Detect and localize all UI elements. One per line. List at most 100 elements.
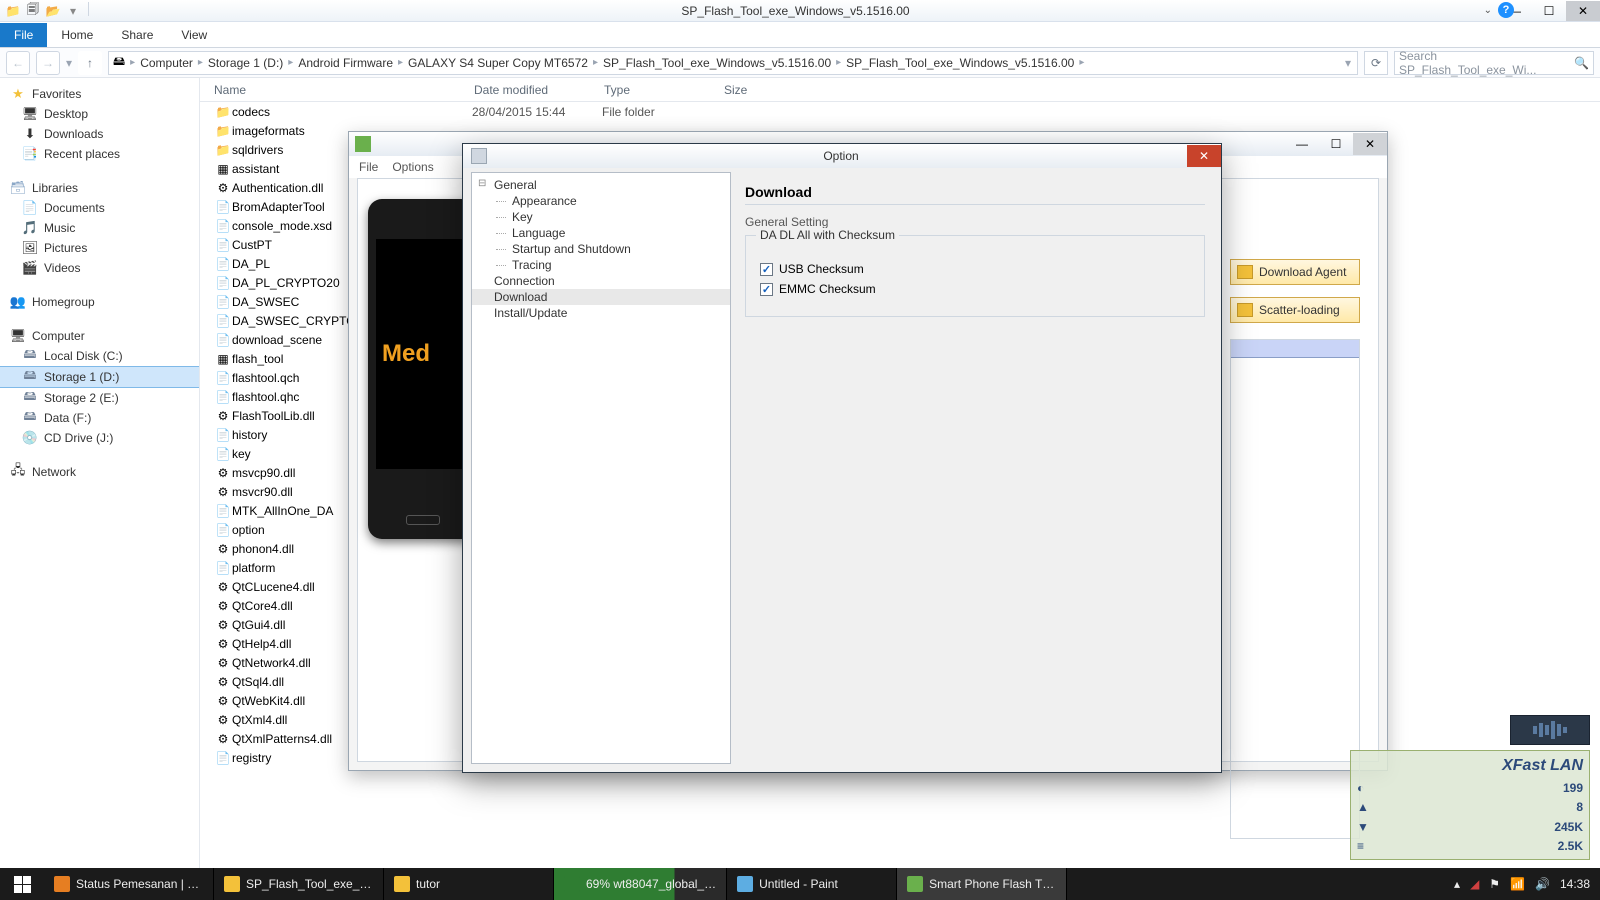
qat-folder-icon[interactable]: 📁 [4, 2, 22, 20]
nav-drive-d[interactable]: 🖴Storage 1 (D:) [0, 366, 199, 388]
file-icon: 📄 [214, 561, 232, 575]
tray-antivirus-icon[interactable]: ◢ [1470, 877, 1479, 891]
flash-menu-options[interactable]: Options [392, 160, 433, 174]
nav-computer[interactable]: 🖥Computer [0, 326, 199, 346]
tree-connection[interactable]: Connection [472, 273, 730, 289]
checksum-fieldset: DA DL All with Checksum ✓ USB Checksum ✓… [745, 235, 1205, 317]
firefox-icon [54, 876, 70, 892]
usb-checksum-label: USB Checksum [779, 262, 864, 276]
ribbon-collapse-icon[interactable]: ⌄ [1484, 5, 1492, 16]
task-flash-tool[interactable]: Smart Phone Flash T… [897, 868, 1067, 900]
ribbon-tab-view[interactable]: View [167, 23, 221, 47]
flash-app-icon [355, 136, 371, 152]
breadcrumb-seg[interactable]: Computer [136, 56, 197, 70]
breadcrumb-seg[interactable]: Android Firmware [294, 56, 397, 70]
emmc-checksum-checkbox[interactable]: ✓ EMMC Checksum [760, 282, 1190, 296]
col-name[interactable]: Name [214, 78, 474, 101]
breadcrumb-seg[interactable]: SP_Flash_Tool_exe_Windows_v5.1516.00 [599, 56, 835, 70]
tray-show-hidden-icon[interactable]: ▴ [1454, 877, 1460, 891]
tree-general[interactable]: General [472, 177, 730, 193]
start-button[interactable] [0, 868, 44, 900]
ribbon-file-tab[interactable]: File [0, 23, 47, 47]
scatter-loading-button[interactable]: Scatter-loading [1230, 297, 1360, 323]
task-explorer-2[interactable]: tutor [384, 868, 554, 900]
breadcrumb-dropdown-icon[interactable]: ▾ [1339, 56, 1357, 70]
maximize-button[interactable]: ☐ [1532, 1, 1566, 21]
network-widget[interactable]: XFast LAN ◐199 ▲8 ▼245K ≡2.5K [1350, 750, 1590, 860]
task-download[interactable]: 69% wt88047_global_… [554, 868, 727, 900]
nav-libraries[interactable]: 🗃Libraries [0, 178, 199, 198]
audio-meter-widget[interactable] [1510, 715, 1590, 745]
tree-appearance[interactable]: Appearance [472, 193, 730, 209]
tree-startup[interactable]: Startup and Shutdown [472, 241, 730, 257]
tree-download[interactable]: Download [472, 289, 730, 305]
nav-favorites-desktop[interactable]: 🖥Desktop [0, 104, 199, 124]
column-headers: Name Date modified Type Size [200, 78, 1600, 102]
close-button[interactable]: ✕ [1566, 1, 1600, 21]
usb-checksum-checkbox[interactable]: ✓ USB Checksum [760, 262, 1190, 276]
nav-drive-c[interactable]: 🖴Local Disk (C:) [0, 346, 199, 366]
nav-favorites[interactable]: ★Favorites [0, 84, 199, 104]
file-icon: 📄 [214, 257, 232, 271]
nav-lib-music[interactable]: 🎵Music [0, 218, 199, 238]
tray-clock[interactable]: 14:38 [1560, 877, 1590, 891]
flash-partition-table[interactable] [1230, 339, 1360, 839]
task-paint[interactable]: Untitled - Paint [727, 868, 897, 900]
nav-lib-pictures[interactable]: 🖼Pictures [0, 238, 199, 258]
file-icon: ⚙ [214, 409, 232, 423]
tree-install[interactable]: Install/Update [472, 305, 730, 321]
tray-network-icon[interactable]: 📶 [1510, 877, 1525, 891]
nav-network[interactable]: 🖧Network [0, 462, 199, 482]
tree-key[interactable]: Key [472, 209, 730, 225]
qat-properties-icon[interactable]: 🗐 [24, 2, 42, 20]
nav-up-button[interactable]: ↑ [78, 51, 102, 75]
nav-lib-videos[interactable]: 🎬Videos [0, 258, 199, 278]
breadcrumb-seg[interactable]: GALAXY S4 Super Copy MT6572 [404, 56, 592, 70]
nav-homegroup[interactable]: 👥Homegroup [0, 292, 199, 312]
breadcrumb-seg[interactable]: SP_Flash_Tool_exe_Windows_v5.1516.00 [842, 56, 1078, 70]
col-type[interactable]: Type [604, 78, 724, 101]
nav-forward-button[interactable]: → [36, 51, 60, 75]
windows-logo-icon [14, 876, 31, 893]
nav-favorites-downloads[interactable]: ⬇Downloads [0, 124, 199, 144]
task-firefox[interactable]: Status Pemesanan | … [44, 868, 214, 900]
nav-favorites-recent[interactable]: 📑Recent places [0, 144, 199, 164]
ribbon-tab-share[interactable]: Share [107, 23, 167, 47]
file-row[interactable]: 📁codecs28/04/2015 15:44File folder [214, 102, 1600, 121]
breadcrumb-root-icon[interactable]: 🖴 [113, 52, 125, 73]
file-icon: ⚙ [214, 675, 232, 689]
qat-dropdown-icon[interactable]: ▾ [64, 2, 82, 20]
tree-language[interactable]: Language [472, 225, 730, 241]
download-agent-button[interactable]: Download Agent [1230, 259, 1360, 285]
nav-history-dropdown[interactable]: ▾ [66, 56, 72, 70]
flash-close-button[interactable]: ✕ [1353, 133, 1387, 155]
breadcrumb[interactable]: 🖴▸ Computer▸ Storage 1 (D:)▸ Android Fir… [108, 51, 1358, 75]
flash-menu-file[interactable]: File [359, 160, 378, 174]
file-icon: ⚙ [214, 466, 232, 480]
search-input[interactable]: Search SP_Flash_Tool_exe_Wi... 🔍 [1394, 51, 1594, 75]
taskbar: Status Pemesanan | … SP_Flash_Tool_exe_…… [0, 868, 1600, 900]
nav-drive-cd[interactable]: 💿CD Drive (J:) [0, 428, 199, 448]
tray-action-center-icon[interactable]: ⚑ [1489, 877, 1500, 891]
tree-tracing[interactable]: Tracing [472, 257, 730, 273]
nav-drive-f[interactable]: 🖴Data (F:) [0, 408, 199, 428]
file-date: 28/04/2015 15:44 [472, 105, 602, 119]
nav-drive-e[interactable]: 🖴Storage 2 (E:) [0, 388, 199, 408]
address-bar: ← → ▾ ↑ 🖴▸ Computer▸ Storage 1 (D:)▸ And… [0, 48, 1600, 78]
col-size[interactable]: Size [724, 78, 824, 101]
flash-minimize-button[interactable]: — [1285, 133, 1319, 155]
nav-lib-documents[interactable]: 📄Documents [0, 198, 199, 218]
flash-maximize-button[interactable]: ☐ [1319, 133, 1353, 155]
col-date[interactable]: Date modified [474, 78, 604, 101]
help-icon[interactable]: ? [1498, 2, 1514, 18]
qat-newfolder-icon[interactable]: 📂 [44, 2, 62, 20]
nav-back-button[interactable]: ← [6, 51, 30, 75]
task-explorer-1[interactable]: SP_Flash_Tool_exe_… [214, 868, 384, 900]
dialog-close-button[interactable]: ✕ [1187, 145, 1221, 167]
file-icon: 📁 [214, 124, 232, 138]
breadcrumb-seg[interactable]: Storage 1 (D:) [204, 56, 287, 70]
refresh-button[interactable]: ⟳ [1364, 51, 1388, 75]
tray-volume-icon[interactable]: 🔊 [1535, 877, 1550, 891]
file-icon: ⚙ [214, 580, 232, 594]
ribbon-tab-home[interactable]: Home [47, 23, 107, 47]
